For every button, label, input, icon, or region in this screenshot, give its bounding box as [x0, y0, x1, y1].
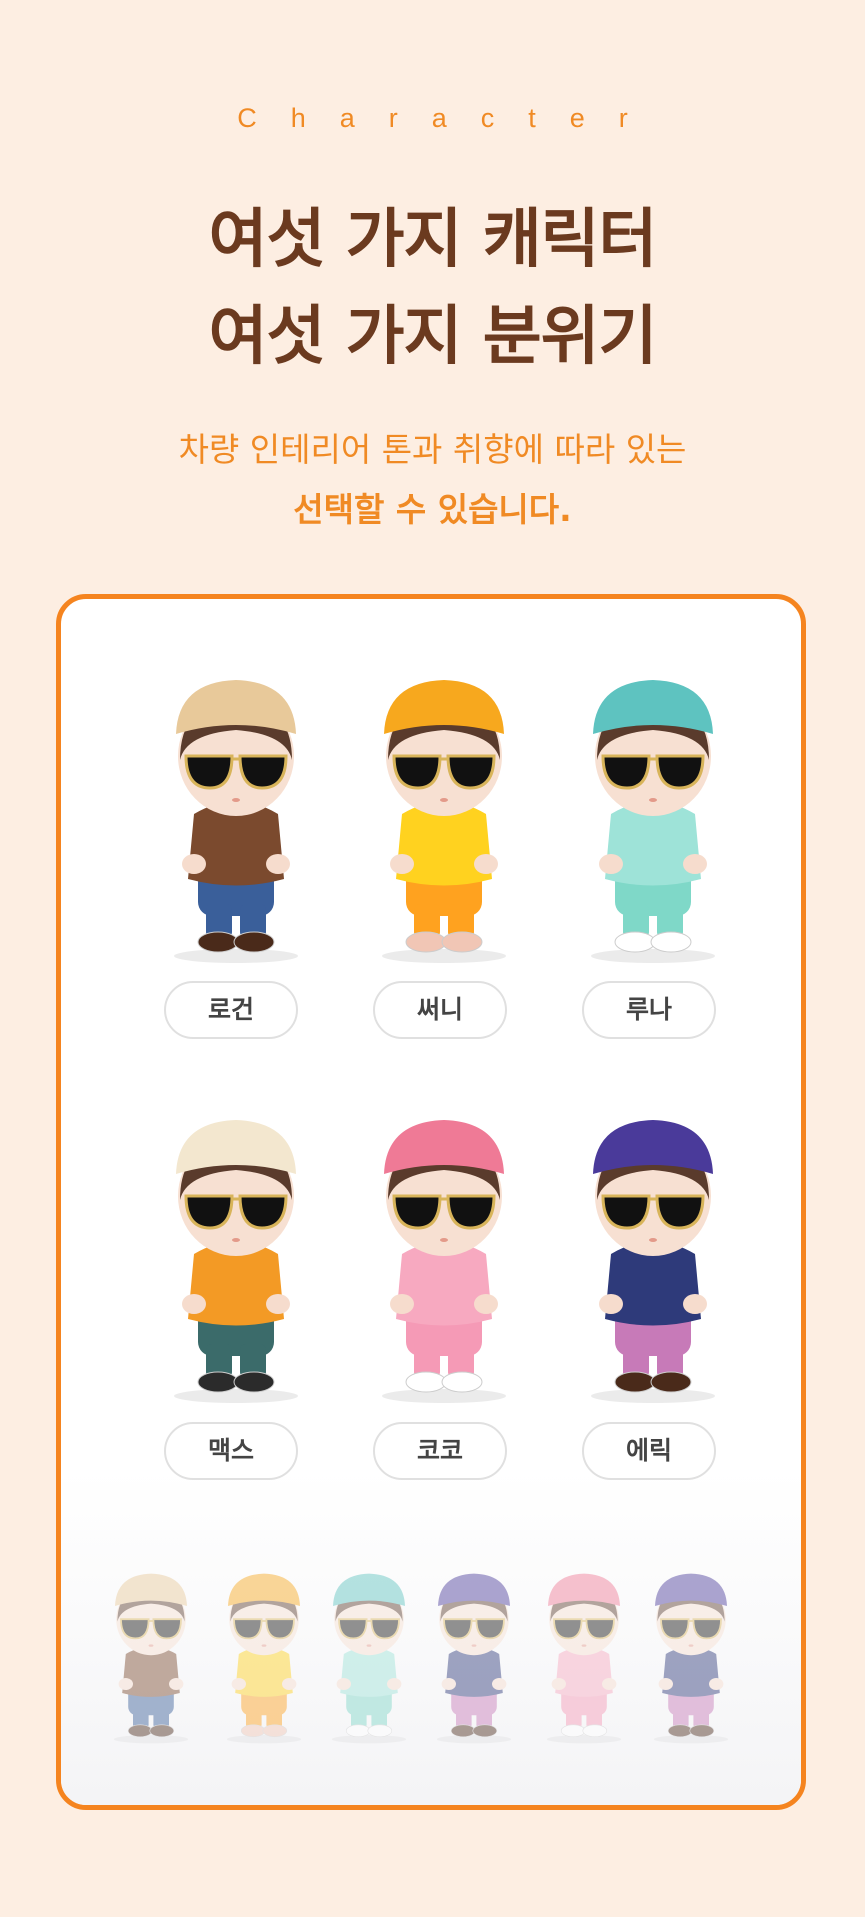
character-figure-sunny — [344, 664, 544, 964]
character-name-coco[interactable]: 코코 — [373, 1422, 507, 1480]
lineup-figure — [631, 1539, 751, 1769]
character-figure-eric — [553, 1104, 753, 1404]
lineup-figure — [309, 1539, 429, 1769]
character-name-logan[interactable]: 로건 — [164, 981, 298, 1039]
character-figure-coco — [344, 1104, 544, 1404]
section-eyebrow: Character — [237, 103, 662, 133]
character-figure-luna — [553, 664, 753, 964]
section-subtitle-line2: 선택할 수 있습니다. — [293, 490, 572, 529]
character-name-luna[interactable]: 루나 — [582, 981, 716, 1039]
character-figure-max — [136, 1104, 336, 1404]
character-name-eric[interactable]: 에릭 — [582, 1422, 716, 1480]
section-title-line1: 여섯 가지 캐릭터 — [208, 203, 658, 277]
character-name-max[interactable]: 맥스 — [164, 1422, 298, 1480]
character-name-sunny[interactable]: 써니 — [373, 981, 507, 1039]
character-card: 로건 써니 루나 맥스 코코 에릭 — [56, 594, 806, 1810]
lineup-figure — [91, 1539, 211, 1769]
character-figure-logan — [136, 664, 336, 964]
section-subtitle-line1: 차량 인테리어 톤과 취향에 따라 있는 — [178, 430, 687, 469]
section-title-line2: 여섯 가지 분위기 — [208, 300, 658, 374]
lineup-figure — [524, 1539, 644, 1769]
lineup-figure — [414, 1539, 534, 1769]
lineup-figure — [204, 1539, 324, 1769]
character-lineup-image — [91, 1539, 781, 1769]
